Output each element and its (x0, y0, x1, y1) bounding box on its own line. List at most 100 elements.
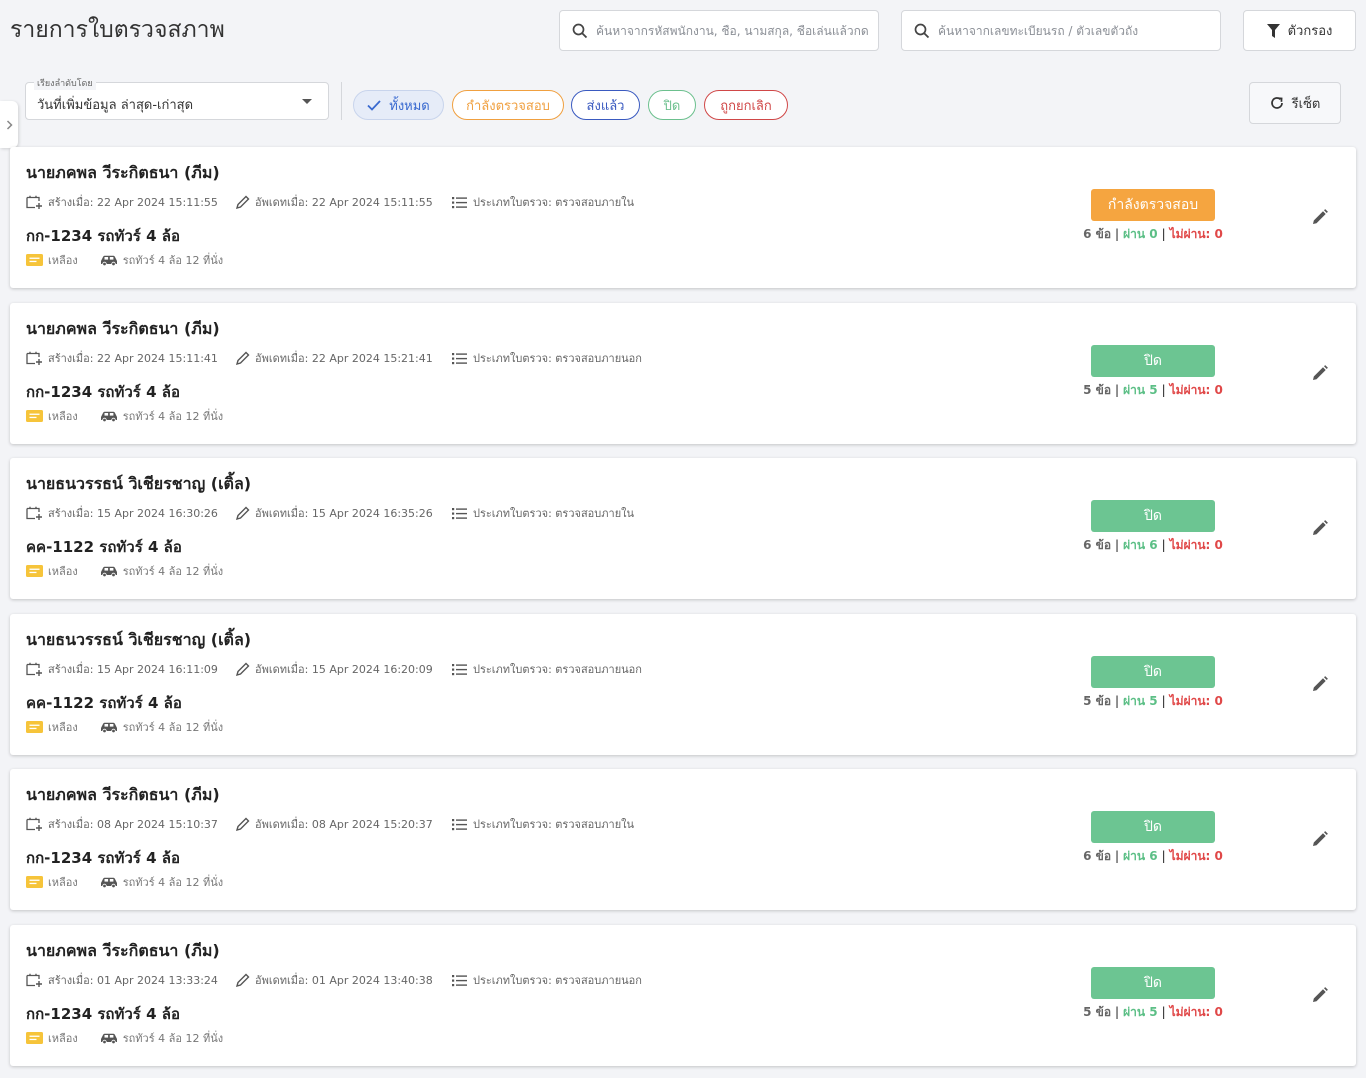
vehicle-color: เหลือง (26, 251, 78, 269)
separator: | (1115, 849, 1120, 863)
vehicle-color: เหลือง (26, 407, 78, 425)
edit-button[interactable] (1308, 672, 1332, 696)
check-summary: 6 ข้อ | ผ่าน 6 | ไม่ผ่าน: 0 (1080, 536, 1226, 555)
calendar-add-icon (26, 506, 42, 520)
status-filter-cancelled-label: ถูกยกเลิก (720, 98, 772, 114)
employee-name: นายธนวรรธน์ วิเชียรชาญ (เติ้ล) (26, 474, 252, 493)
edit-icon (1313, 676, 1328, 691)
inspection-card: นายภคพล วีระกิตธนา (ภีม) สร้างเมื่อ: 08 … (10, 769, 1356, 910)
calendar-add-icon (26, 662, 42, 676)
employee-name: นายภคพล วีระกิตธนา (ภีม) (26, 941, 220, 960)
inspection-card: นายภคพล วีระกิตธนา (ภีม) สร้างเมื่อ: 22 … (10, 147, 1356, 288)
pencil-icon (235, 351, 250, 365)
item-count: 6 ข้อ (1083, 538, 1112, 552)
vehicle-color-label: เหลือง (48, 410, 78, 423)
vehicle-attributes: เหลือง รถทัวร์ 4 ล้อ 12 ที่นั่ง (26, 251, 223, 269)
edit-button[interactable] (1308, 827, 1332, 851)
status-badge: ปิด (1091, 345, 1215, 377)
status-filter-in-progress-label: กำลังตรวจสอบ (466, 98, 550, 114)
plate-search-input[interactable] (938, 23, 1220, 38)
vehicle-color-label: เหลือง (48, 1032, 78, 1045)
item-count: 6 ข้อ (1083, 849, 1112, 863)
created-text: สร้างเมื่อ: 01 Apr 2024 13:33:24 (48, 974, 218, 987)
vehicle-color: เหลือง (26, 718, 78, 736)
type-meta: ประเภทใบตรวจ: ตรวจสอบภายใน (452, 815, 634, 833)
vehicle-type-label: รถทัวร์ 4 ล้อ 12 ที่นั่ง (122, 721, 224, 734)
employee-search-input[interactable] (596, 23, 878, 38)
inspection-card: นายภคพล วีระกิตธนา (ภีม) สร้างเมื่อ: 01 … (10, 925, 1356, 1066)
updated-text: อัพเดทเมื่อ: 01 Apr 2024 13:40:38 (255, 974, 433, 987)
status-filter-closed-label: ปิด (663, 98, 681, 114)
fail-count: ไม่ผ่าน: 0 (1169, 227, 1223, 241)
filter-button-label: ตัวกรอง (1287, 24, 1333, 39)
updated-meta: อัพเดทเมื่อ: 01 Apr 2024 13:40:38 (235, 971, 433, 989)
edit-button[interactable] (1308, 361, 1332, 385)
vehicle-attributes: เหลือง รถทัวร์ 4 ล้อ 12 ที่นั่ง (26, 407, 223, 425)
vehicle-color-label: เหลือง (48, 876, 78, 889)
check-icon (367, 99, 381, 111)
page-title: รายการใบตรวจสภาพ (10, 17, 225, 43)
status-filter-cancelled[interactable]: ถูกยกเลิก (704, 90, 788, 120)
list-icon (452, 663, 467, 675)
vehicle-color: เหลือง (26, 1029, 78, 1047)
created-text: สร้างเมื่อ: 15 Apr 2024 16:11:09 (48, 663, 218, 676)
separator: | (1115, 694, 1120, 708)
vehicle-color-label: เหลือง (48, 721, 78, 734)
edit-button[interactable] (1308, 983, 1332, 1007)
employee-name: นายธนวรรธน์ วิเชียรชาญ (เติ้ล) (26, 630, 252, 649)
status-filter-sent[interactable]: ส่งแล้ว (571, 90, 640, 120)
employee-name: นายภคพล วีระกิตธนา (ภีม) (26, 163, 220, 182)
refresh-icon (1270, 97, 1283, 109)
vehicle-type: รถทัวร์ 4 ล้อ 12 ที่นั่ง (100, 718, 223, 736)
separator: | (1161, 1005, 1166, 1019)
calendar-add-icon (26, 973, 42, 987)
filter-button[interactable]: ตัวกรอง (1243, 10, 1356, 51)
type-meta: ประเภทใบตรวจ: ตรวจสอบภายใน (452, 504, 634, 522)
created-text: สร้างเมื่อ: 08 Apr 2024 15:10:37 (48, 818, 218, 831)
list-icon (452, 818, 467, 830)
status-filter-closed[interactable]: ปิด (648, 90, 696, 120)
sort-select-legend: เรียงลำดับโดย (34, 76, 96, 90)
plate-search-field[interactable] (901, 10, 1221, 51)
status-filter-in-progress[interactable]: กำลังตรวจสอบ (452, 90, 564, 120)
check-summary: 6 ข้อ | ผ่าน 6 | ไม่ผ่าน: 0 (1080, 847, 1226, 866)
vehicle-attributes: เหลือง รถทัวร์ 4 ล้อ 12 ที่นั่ง (26, 562, 223, 580)
created-meta: สร้างเมื่อ: 08 Apr 2024 15:10:37 (26, 815, 218, 833)
pass-count: ผ่าน 5 (1123, 383, 1158, 397)
edit-button[interactable] (1308, 516, 1332, 540)
vehicle-type: รถทัวร์ 4 ล้อ 12 ที่นั่ง (100, 251, 223, 269)
status-filter-all[interactable]: ทั้งหมด (353, 90, 444, 120)
employee-name: นายภคพล วีระกิตธนา (ภีม) (26, 785, 220, 804)
reset-button[interactable]: รีเซ็ต (1249, 82, 1341, 124)
vehicle-type: รถทัวร์ 4 ล้อ 12 ที่นั่ง (100, 873, 223, 891)
status-badge: กำลังตรวจสอบ (1091, 189, 1215, 221)
updated-meta: อัพเดทเมื่อ: 22 Apr 2024 15:21:41 (235, 349, 433, 367)
created-text: สร้างเมื่อ: 22 Apr 2024 15:11:41 (48, 352, 218, 365)
updated-text: อัพเดทเมื่อ: 15 Apr 2024 16:35:26 (255, 507, 433, 520)
type-meta: ประเภทใบตรวจ: ตรวจสอบภายนอก (452, 349, 642, 367)
edit-icon (1313, 987, 1328, 1002)
updated-text: อัพเดทเมื่อ: 22 Apr 2024 15:11:55 (255, 196, 433, 209)
sidebar-expand-toggle[interactable] (0, 101, 18, 148)
type-text: ประเภทใบตรวจ: ตรวจสอบภายใน (473, 818, 635, 831)
pencil-icon (235, 506, 250, 520)
updated-text: อัพเดทเมื่อ: 22 Apr 2024 15:21:41 (255, 352, 433, 365)
funnel-icon (1266, 23, 1280, 38)
vehicle-type-label: รถทัวร์ 4 ล้อ 12 ที่นั่ง (122, 1032, 224, 1045)
edit-button[interactable] (1308, 205, 1332, 229)
color-tag-icon (26, 1032, 43, 1044)
item-count: 5 ข้อ (1083, 694, 1112, 708)
type-text: ประเภทใบตรวจ: ตรวจสอบภายนอก (473, 352, 642, 365)
plate-number: กก-1234 รถทัวร์ 4 ล้อ (26, 849, 180, 867)
pass-count: ผ่าน 5 (1123, 1005, 1158, 1019)
edit-icon (1313, 520, 1328, 535)
list-icon (452, 507, 467, 519)
sort-select[interactable]: เรียงลำดับโดย วันที่เพิ่มข้อมูล ล่าสุด-เ… (25, 76, 329, 120)
color-tag-icon (26, 254, 43, 266)
separator: | (1115, 1005, 1120, 1019)
created-meta: สร้างเมื่อ: 01 Apr 2024 13:33:24 (26, 971, 218, 989)
check-summary: 5 ข้อ | ผ่าน 5 | ไม่ผ่าน: 0 (1080, 692, 1226, 711)
vehicle-color: เหลือง (26, 873, 78, 891)
plate-number: คค-1122 รถทัวร์ 4 ล้อ (26, 538, 182, 556)
employee-search-field[interactable] (559, 10, 879, 51)
